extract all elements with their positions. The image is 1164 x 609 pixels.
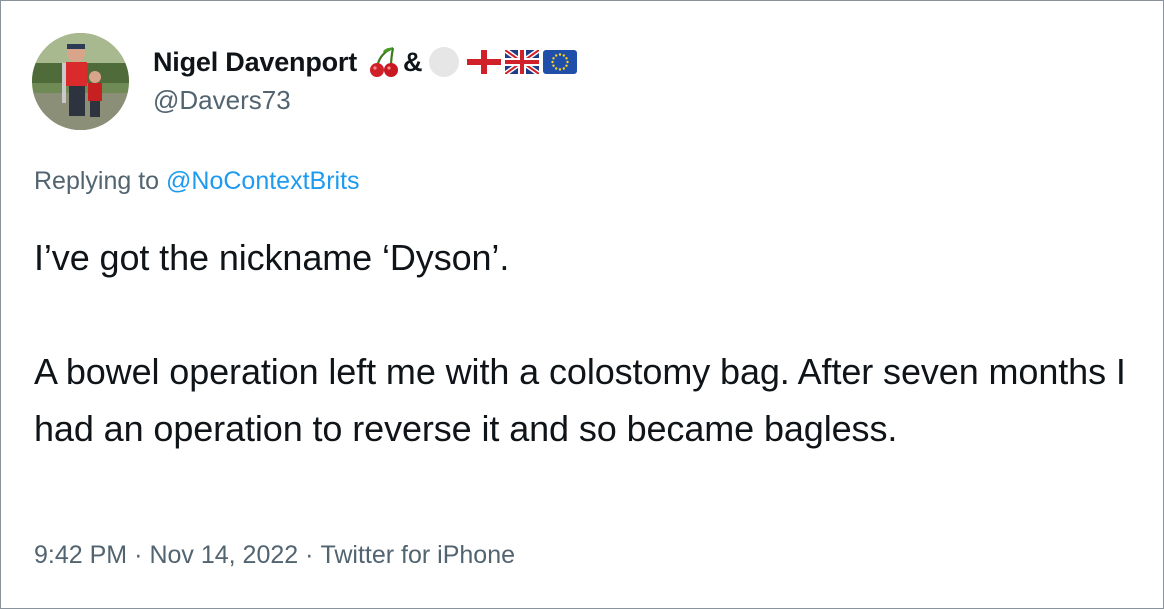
display-name[interactable]: Nigel Davenport (153, 47, 357, 78)
user-handle[interactable]: @Davers73 (153, 85, 291, 116)
avatar[interactable] (32, 33, 129, 130)
meta-separator: · (305, 541, 314, 569)
england-flag-icon (466, 50, 501, 74)
tweet-time[interactable]: 9:42 PM (34, 541, 127, 569)
tweet-date[interactable]: Nov 14, 2022 (149, 541, 298, 569)
cherries-icon (370, 46, 399, 77)
eu-flag-icon (542, 50, 577, 74)
uk-flag-icon (504, 50, 539, 74)
tweet-source[interactable]: Twitter for iPhone (320, 541, 515, 569)
tweet-card: Nigel Davenport & @Davers73 Replying to … (0, 0, 1164, 609)
replying-to-label: Replying to (34, 167, 160, 195)
meta-separator: · (134, 541, 143, 569)
tweet-paragraph-2: A bowel operation left me with a colosto… (34, 351, 1126, 449)
replying-to-line: Replying to @NoContextBrits (34, 167, 360, 196)
name-row: Nigel Davenport & (153, 44, 577, 80)
tweet-text: I’ve got the nickname ‘Dyson’. A bowel o… (34, 229, 1144, 457)
tweet-metadata: 9:42 PM · Nov 14, 2022 · Twitter for iPhone (34, 541, 515, 570)
white-circle-icon (428, 47, 459, 77)
ampersand: & (403, 46, 423, 77)
tweet-paragraph-1: I’ve got the nickname ‘Dyson’. (34, 237, 510, 278)
reply-mention-link[interactable]: @NoContextBrits (166, 167, 360, 195)
